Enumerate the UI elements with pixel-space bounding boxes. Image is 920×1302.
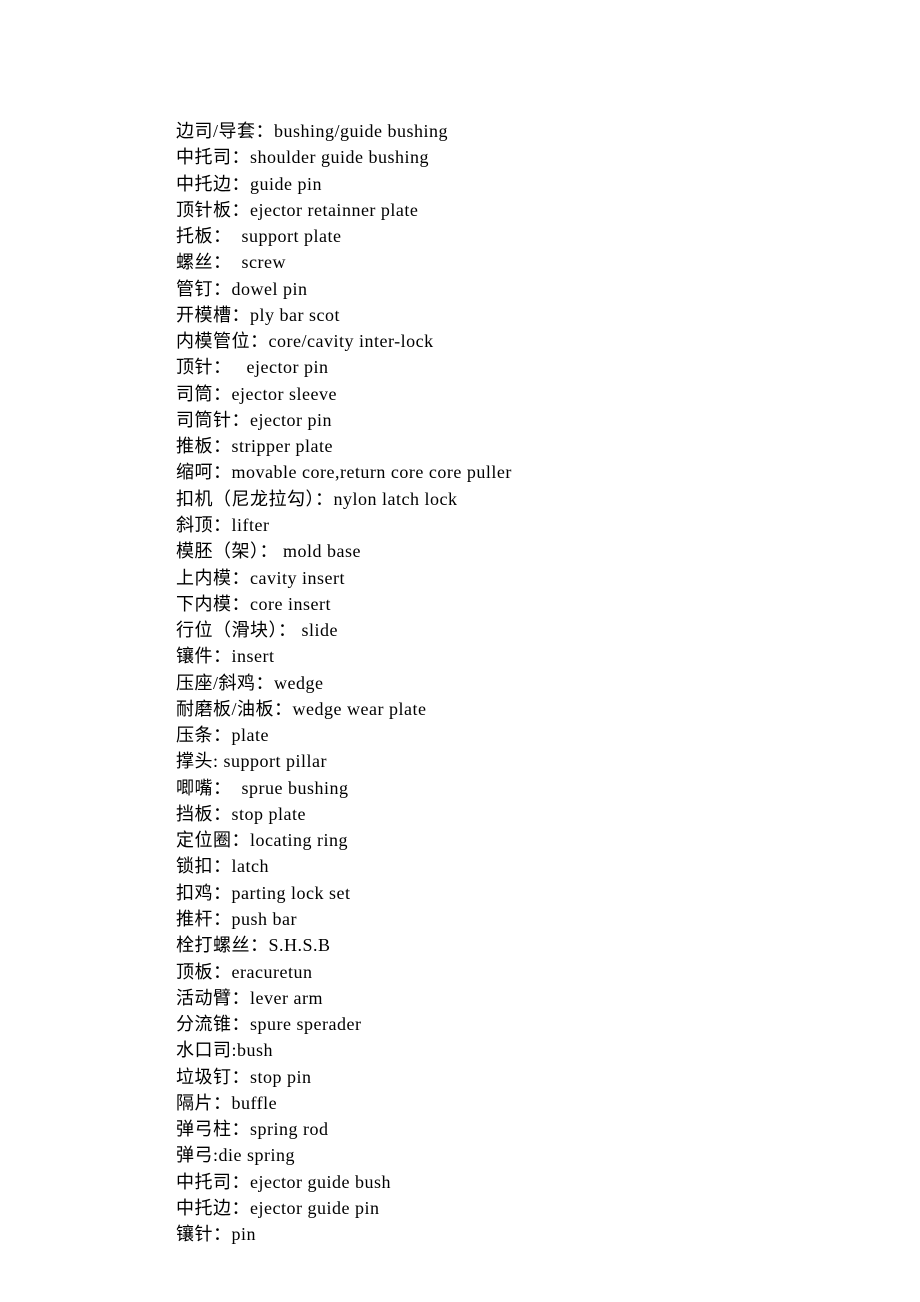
- glossary-line: 唧嘴： sprue bushing: [176, 775, 920, 801]
- glossary-line: 螺丝： screw: [176, 249, 920, 275]
- glossary-line: 耐磨板/油板：wedge wear plate: [176, 696, 920, 722]
- glossary-line: 隔片：buffle: [176, 1090, 920, 1116]
- glossary-line: 中托边：ejector guide pin: [176, 1195, 920, 1221]
- glossary-line: 弹弓:die spring: [176, 1142, 920, 1168]
- glossary-line: 模胚（架）： mold base: [176, 538, 920, 564]
- glossary-line: 水口司:bush: [176, 1037, 920, 1063]
- glossary-line: 托板： support plate: [176, 223, 920, 249]
- glossary-line: 弹弓柱：spring rod: [176, 1116, 920, 1142]
- glossary-line: 镶针：pin: [176, 1221, 920, 1247]
- glossary-line: 压座/斜鸡：wedge: [176, 670, 920, 696]
- glossary-line: 顶针板：ejector retainner plate: [176, 197, 920, 223]
- glossary-line: 内模管位：core/cavity inter-lock: [176, 328, 920, 354]
- glossary-line: 管钉：dowel pin: [176, 276, 920, 302]
- glossary-line: 锁扣：latch: [176, 853, 920, 879]
- glossary-line: 司筒针：ejector pin: [176, 407, 920, 433]
- glossary-line: 扣鸡：parting lock set: [176, 880, 920, 906]
- glossary-list: 边司/导套：bushing/guide bushing中托司：shoulder …: [176, 118, 920, 1247]
- glossary-line: 镶件：insert: [176, 643, 920, 669]
- glossary-line: 中托边：guide pin: [176, 171, 920, 197]
- glossary-line: 下内模：core insert: [176, 591, 920, 617]
- glossary-line: 推板：stripper plate: [176, 433, 920, 459]
- glossary-line: 活动臂：lever arm: [176, 985, 920, 1011]
- glossary-line: 顶针： ejector pin: [176, 354, 920, 380]
- glossary-line: 中托司：ejector guide bush: [176, 1169, 920, 1195]
- glossary-line: 开模槽：ply bar scot: [176, 302, 920, 328]
- glossary-line: 栓打螺丝：S.H.S.B: [176, 932, 920, 958]
- document-page: 边司/导套：bushing/guide bushing中托司：shoulder …: [0, 0, 920, 1302]
- glossary-line: 定位圈：locating ring: [176, 827, 920, 853]
- glossary-line: 边司/导套：bushing/guide bushing: [176, 118, 920, 144]
- glossary-line: 撑头: support pillar: [176, 748, 920, 774]
- glossary-line: 挡板：stop plate: [176, 801, 920, 827]
- glossary-line: 扣机（尼龙拉勾）：nylon latch lock: [176, 486, 920, 512]
- glossary-line: 垃圾钉：stop pin: [176, 1064, 920, 1090]
- glossary-line: 分流锥：spure sperader: [176, 1011, 920, 1037]
- glossary-line: 行位（滑块）： slide: [176, 617, 920, 643]
- glossary-line: 司筒：ejector sleeve: [176, 381, 920, 407]
- glossary-line: 斜顶：lifter: [176, 512, 920, 538]
- glossary-line: 中托司：shoulder guide bushing: [176, 144, 920, 170]
- glossary-line: 顶板：eracuretun: [176, 959, 920, 985]
- glossary-line: 推杆：push bar: [176, 906, 920, 932]
- glossary-line: 上内模：cavity insert: [176, 565, 920, 591]
- glossary-line: 缩呵：movable core,return core core puller: [176, 459, 920, 485]
- glossary-line: 压条：plate: [176, 722, 920, 748]
